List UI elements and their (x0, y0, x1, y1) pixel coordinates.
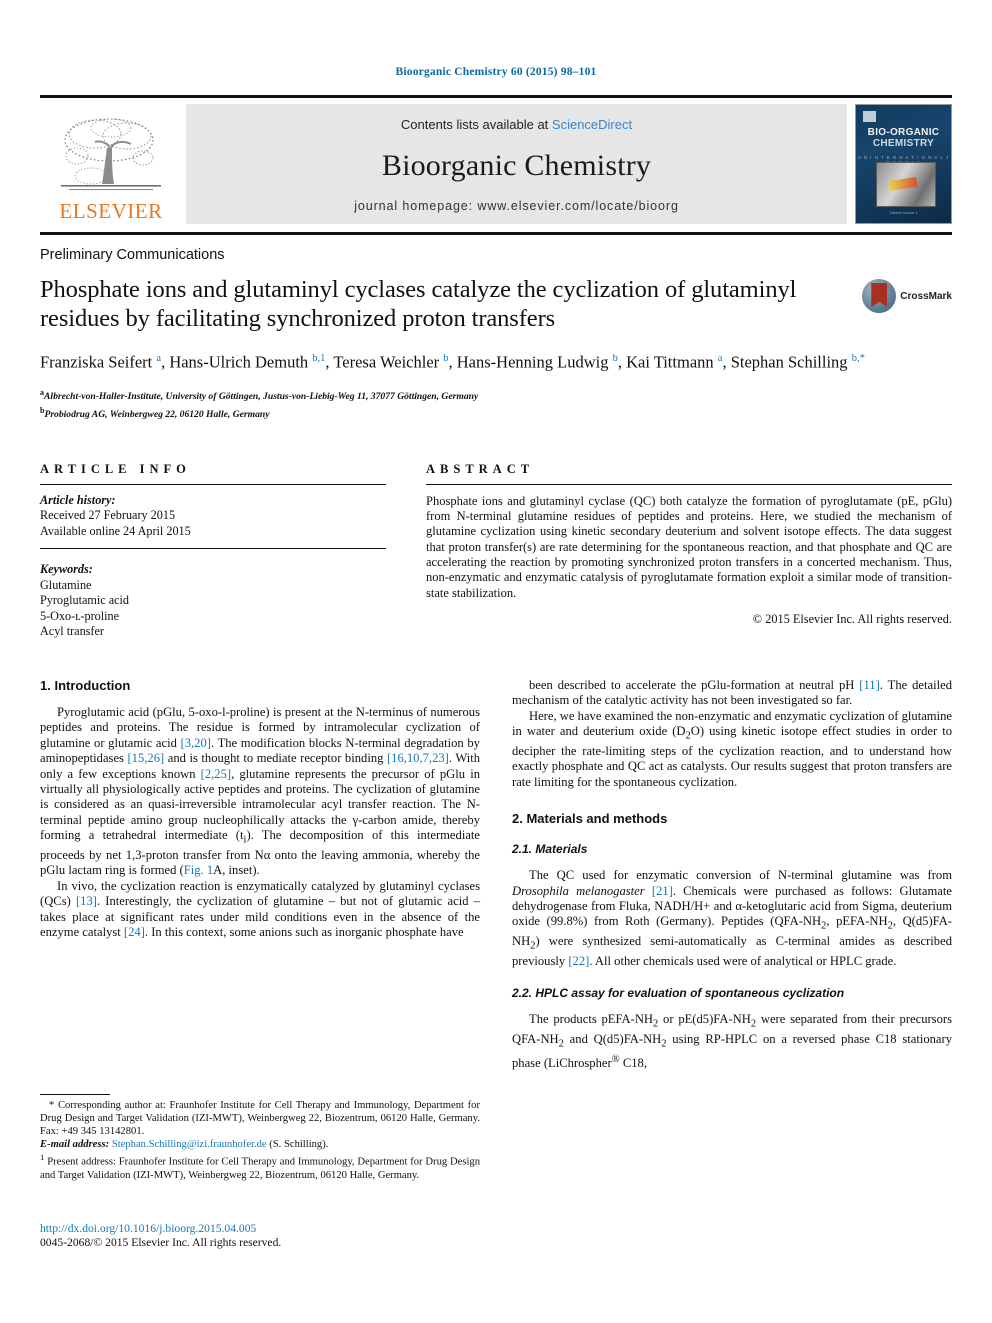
body-column-left: 1. Introduction Pyroglutamic acid (pGlu,… (40, 678, 480, 1071)
abstract-copyright: © 2015 Elsevier Inc. All rights reserved… (752, 611, 952, 626)
cover-footer: Volume number 1 (889, 211, 918, 215)
header-bottom-rule (40, 232, 952, 235)
title-row: Phosphate ions and glutaminyl cyclases c… (40, 275, 952, 333)
author-list: Franziska Seifert a, Hans-Ulrich Demuth … (40, 352, 865, 372)
footnote-corresponding-author: * Corresponding author at: Fraunhofer In… (40, 1100, 480, 1137)
affiliation-list: aAlbrecht-von-Haller-Institute, Universi… (40, 386, 952, 422)
running-head: Bioorganic Chemistry 60 (2015) 98–101 (395, 66, 597, 78)
heading-materials-and-methods: 2. Materials and methods (512, 811, 668, 827)
paper-page: Bioorganic Chemistry 60 (2015) 98–101 EL… (0, 0, 992, 1323)
elsevier-wordmark: ELSEVIER (59, 199, 163, 223)
heading-introduction: 1. Introduction (40, 677, 131, 693)
journal-header-band: ELSEVIER Contents lists available at Sci… (40, 104, 952, 224)
abstract-column: ABSTRACT Phosphate ions and glutaminyl c… (426, 462, 952, 640)
heading-2-2-hplc-assay: 2.2. HPLC assay for evaluation of sponta… (512, 985, 845, 1000)
hplc-paragraph: The products pEFA-NH2 or pE(d5)FA-NH2 we… (512, 1011, 953, 1070)
body-column-right: been described to accelerate the pGlu-fo… (512, 678, 952, 1071)
heading-2-1-materials: 2.1. Materials (512, 842, 588, 857)
elsevier-logo: ELSEVIER (40, 104, 182, 224)
keyword-item: Acyl transfer (40, 624, 104, 639)
elsevier-tree-icon (61, 118, 161, 191)
cover-title-line1: BIO-ORGANIC (867, 127, 940, 138)
article-history-block: Article history: Received 27 February 20… (40, 493, 386, 540)
abstract-rule (426, 483, 952, 485)
intro-paragraph-2: In vivo, the cyclization reaction is enz… (40, 878, 480, 940)
page-title: Phosphate ions and glutaminyl cyclases c… (40, 276, 797, 332)
keyword-item: Pyroglutamic acid (40, 593, 130, 608)
header-top-rule (40, 95, 952, 98)
journal-cover-image: BIO-ORGANIC CHEMISTRY A N I N T E R N A … (855, 104, 952, 224)
affiliation-a-text: Albrecht-von-Haller-Institute, Universit… (44, 390, 479, 402)
crossmark-icon (862, 279, 897, 313)
materials-paragraph: The QC used for enzymatic conversion of … (512, 868, 952, 969)
article-info-heading: ARTICLE INFO (40, 461, 191, 476)
crossmark-badge[interactable]: CrossMark (862, 279, 952, 313)
article-info-rule-mid (40, 548, 386, 550)
right-paragraph-2: Here, we have examined the non-enzymatic… (512, 708, 952, 789)
body-columns: 1. Introduction Pyroglutamic acid (pGlu,… (40, 678, 952, 1071)
keyword-item: 5-Oxo-ʟ-proline (40, 608, 120, 623)
sciencedirect-link[interactable]: ScienceDirect (552, 117, 632, 132)
section-type-label: Preliminary Communications (40, 247, 225, 263)
journal-title: Bioorganic Chemistry (381, 148, 652, 182)
issn-copyright: 0045-2068/© 2015 Elsevier Inc. All right… (40, 1236, 282, 1249)
abstract-heading: ABSTRACT (426, 461, 535, 476)
available-online-date: Available online 24 April 2015 (40, 523, 191, 538)
journal-homepage[interactable]: journal homepage: www.elsevier.com/locat… (354, 199, 679, 213)
footnote-divider (40, 1094, 110, 1095)
article-history-label: Article history: (40, 492, 116, 507)
contents-available-line: Contents lists available at ScienceDirec… (401, 117, 632, 132)
cover-title-line2: CHEMISTRY (872, 138, 935, 149)
footnote-present-address: 1 Present address: Fraunhofer Institute … (40, 1152, 480, 1181)
article-info-column: ARTICLE INFO Article history: Received 2… (40, 462, 426, 640)
doi-link[interactable]: http://dx.doi.org/10.1016/j.bioorg.2015.… (40, 1222, 480, 1236)
keyword-item: Glutamine (40, 577, 92, 592)
footnote-email: E-mail address: Stephan.Schilling@izi.fr… (40, 1139, 329, 1150)
footnotes-block: * Corresponding author at: Fraunhofer In… (40, 1094, 480, 1182)
journal-band: Contents lists available at ScienceDirec… (186, 104, 847, 224)
footer-block: http://dx.doi.org/10.1016/j.bioorg.2015.… (40, 1222, 480, 1250)
keywords-block: Keywords: Glutamine Pyroglutamic acid 5-… (40, 562, 386, 640)
affiliation-a: aAlbrecht-von-Haller-Institute, Universi… (40, 386, 952, 404)
cover-title: BIO-ORGANIC CHEMISTRY (856, 127, 951, 149)
cover-elsevier-mark-icon (863, 111, 876, 122)
intro-paragraph-1: Pyroglutamic acid (pGlu, 5-oxo-l-proline… (40, 704, 481, 878)
info-abstract-row: ARTICLE INFO Article history: Received 2… (40, 462, 952, 640)
contents-prefix: Contents lists available at (400, 117, 552, 132)
article-info-rule-top (40, 483, 386, 485)
keywords-label: Keywords: (40, 562, 93, 577)
affiliation-b: bProbiodrug AG, Weinbergweg 22, 06120 Ha… (40, 404, 952, 422)
received-date: Received 27 February 2015 (40, 508, 176, 523)
cover-graphic (876, 162, 936, 207)
right-paragraph-1: been described to accelerate the pGlu-fo… (512, 677, 952, 708)
abstract-text: Phosphate ions and glutaminyl cyclase (Q… (426, 493, 952, 600)
affiliation-b-text: Probiodrug AG, Weinbergweg 22, 06120 Hal… (44, 408, 270, 420)
crossmark-label: CrossMark (900, 290, 952, 302)
